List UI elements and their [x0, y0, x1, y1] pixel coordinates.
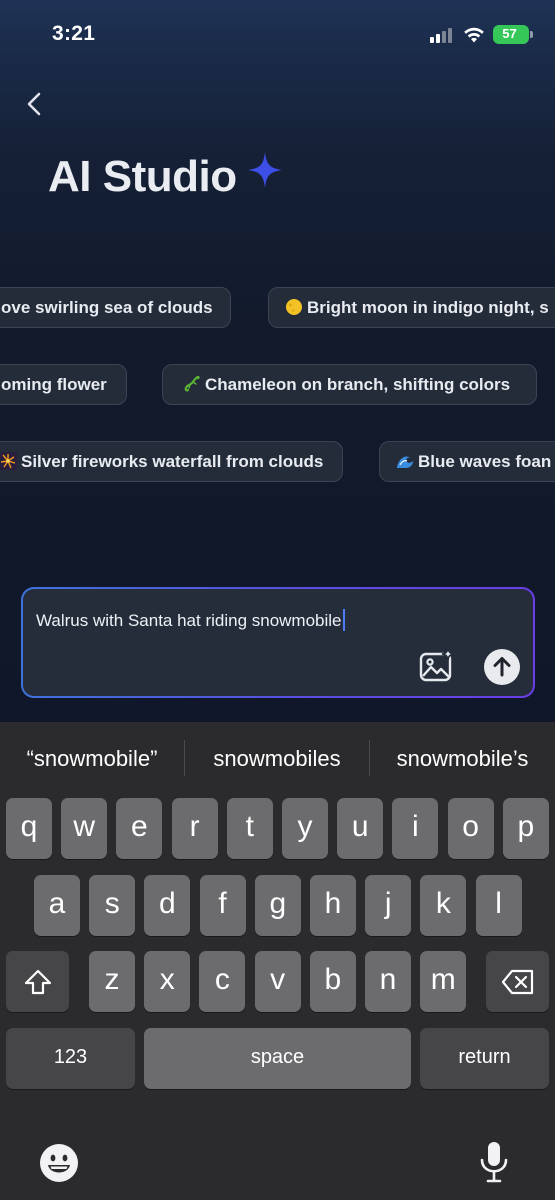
- text-cursor: [342, 609, 345, 631]
- suggestion-item[interactable]: snowmobiles: [185, 742, 369, 776]
- arrow-up-icon: [493, 657, 511, 677]
- emoji-icon[interactable]: [39, 1143, 79, 1183]
- back-button[interactable]: [20, 88, 50, 120]
- key-s[interactable]: s: [89, 875, 136, 936]
- prompt-chip[interactable]: ove swirling sea of clouds: [0, 287, 231, 328]
- suggestion-item[interactable]: snowmobile’s: [370, 742, 555, 776]
- battery-level: 57: [502, 26, 517, 41]
- chip-label: Bright moon in indigo night, s: [307, 298, 549, 317]
- key-f[interactable]: f: [199, 875, 246, 936]
- key-k[interactable]: k: [420, 875, 467, 936]
- key-i[interactable]: i: [392, 798, 439, 859]
- moon-icon: [286, 299, 302, 315]
- backspace-icon: [501, 969, 533, 994]
- wave-icon: [397, 456, 413, 468]
- return-key[interactable]: return: [420, 1028, 549, 1089]
- chip-label: Chameleon on branch, shifting colors: [205, 375, 511, 394]
- shift-icon: [24, 969, 51, 994]
- key-p[interactable]: p: [502, 798, 549, 859]
- signal-icon: [430, 27, 456, 43]
- key-z[interactable]: z: [89, 951, 135, 1012]
- key-l[interactable]: l: [475, 875, 522, 936]
- key-w[interactable]: w: [61, 798, 108, 859]
- wifi-icon: [464, 27, 484, 43]
- key-o[interactable]: o: [447, 798, 494, 859]
- key-v[interactable]: v: [254, 951, 301, 1012]
- keyboard: “snowmobile” snowmobiles snowmobile’s qw…: [0, 722, 555, 1200]
- chip-label: Silver fireworks waterfall from clouds: [21, 452, 324, 471]
- battery-cap: [530, 31, 533, 38]
- lizard-icon: [184, 375, 200, 392]
- send-button[interactable]: [484, 649, 520, 685]
- key-x[interactable]: x: [144, 951, 191, 1012]
- prompt-input-value: Walrus with Santa hat riding snowmobile: [36, 609, 345, 631]
- sparkle-icon: [248, 152, 282, 188]
- prompt-text: Walrus with Santa hat riding snowmobile: [36, 611, 342, 630]
- key-c[interactable]: c: [199, 951, 246, 1012]
- key-y[interactable]: y: [282, 798, 328, 859]
- prompt-input[interactable]: Walrus with Santa hat riding snowmobile: [23, 589, 533, 696]
- prompt-chip[interactable]: Silver fireworks waterfall from clouds: [0, 441, 343, 482]
- delete-key[interactable]: [486, 951, 549, 1012]
- chip-label: ove swirling sea of clouds: [1, 298, 213, 317]
- key-a[interactable]: a: [34, 875, 80, 936]
- key-b[interactable]: b: [309, 951, 356, 1012]
- key-h[interactable]: h: [310, 875, 356, 936]
- chip-label: Blue waves foan: [418, 452, 552, 471]
- status-bar: 3:21 57: [0, 0, 555, 70]
- fireworks-icon: [0, 452, 17, 470]
- microphone-icon[interactable]: [479, 1141, 509, 1183]
- numbers-key[interactable]: 123: [6, 1028, 135, 1089]
- prompt-chip[interactable]: Bright moon in indigo night, s: [268, 287, 555, 328]
- key-d[interactable]: d: [144, 875, 191, 936]
- key-m[interactable]: m: [420, 951, 467, 1012]
- key-t[interactable]: t: [226, 798, 273, 859]
- battery-icon: 57: [493, 25, 529, 44]
- prompt-chip[interactable]: Blue waves foan: [379, 441, 555, 482]
- prompt-chip[interactable]: oming flower: [0, 364, 127, 405]
- prompt-input-container: Walrus with Santa hat riding snowmobile: [21, 587, 535, 698]
- shift-key[interactable]: [6, 951, 69, 1012]
- key-e[interactable]: e: [116, 798, 163, 859]
- page-title: AI Studio: [48, 152, 237, 201]
- key-u[interactable]: u: [337, 798, 384, 859]
- image-generate-button[interactable]: [418, 647, 456, 685]
- key-n[interactable]: n: [365, 951, 411, 1012]
- space-key[interactable]: space: [144, 1028, 411, 1089]
- key-j[interactable]: j: [365, 875, 412, 936]
- chip-label: oming flower: [1, 375, 107, 394]
- key-r[interactable]: r: [171, 798, 218, 859]
- key-q[interactable]: q: [6, 798, 52, 859]
- prompt-chip[interactable]: Chameleon on branch, shifting colors: [162, 364, 537, 405]
- status-time: 3:21: [52, 22, 96, 45]
- key-g[interactable]: g: [254, 875, 301, 936]
- suggestion-item[interactable]: “snowmobile”: [0, 742, 184, 776]
